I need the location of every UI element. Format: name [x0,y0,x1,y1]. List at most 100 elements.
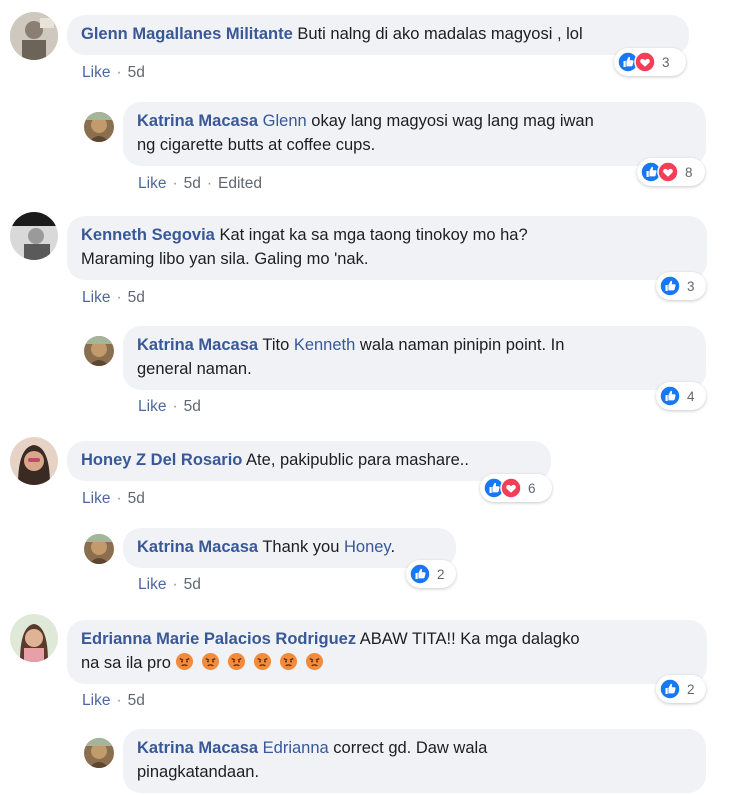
like-button[interactable]: Like [138,576,166,593]
comment-text: Ate, pakipublic para mashare.. [242,451,469,469]
avatar-glenn-image [10,12,58,60]
reply-bubble-katrina-4: Katrina Macasa Edrianna correct gd. Daw … [123,729,706,793]
reactions-summary[interactable]: 4 [656,382,706,410]
like-icon [659,678,681,700]
reply-actions: Like · 5d · Edited [138,175,262,193]
edited-label[interactable]: Edited [218,175,262,192]
avatar-edrianna[interactable] [10,614,58,662]
reply-bubble-katrina-3: Katrina Macasa Thank you Honey. [123,528,456,568]
separator-dot: · [116,692,122,709]
avatar-katrina-image [84,738,114,768]
avatar-katrina[interactable] [84,738,114,768]
love-icon [657,161,679,183]
timestamp[interactable]: 5d [128,289,145,306]
avatar-katrina[interactable] [84,336,114,366]
mention-link[interactable]: Edrianna [263,739,329,757]
comment-author[interactable]: Edrianna Marie Palacios Rodriguez [81,630,356,648]
reaction-count: 3 [662,54,670,70]
like-button[interactable]: Like [138,398,166,415]
timestamp[interactable]: 5d [184,175,201,192]
mention-link[interactable]: Glenn [263,112,307,130]
comment-actions: Like · 5d [82,289,145,307]
reactions-summary[interactable]: 3 [656,272,706,300]
avatar-edrianna-image [10,614,58,662]
reply-bubble-katrina-1: Katrina Macasa Glenn okay lang magyosi w… [123,102,706,166]
angry-face-emoji [280,652,298,671]
like-icon [409,563,431,585]
reply-actions: Like · 5d [138,576,201,594]
comment-bubble-honey: Honey Z Del Rosario Ate, pakipublic para… [67,441,551,481]
avatar-honey-image [10,437,58,485]
comment-text-line1: Kat ingat ka sa mga taong tinokoy mo ha? [214,226,528,244]
separator-dot: · [206,175,213,192]
timestamp[interactable]: 5d [184,398,201,415]
angry-face-emoji [228,652,246,671]
separator-dot: · [172,398,178,415]
avatar-honey[interactable] [10,437,58,485]
timestamp[interactable]: 5d [184,576,201,593]
like-button[interactable]: Like [82,692,110,709]
reactions-summary[interactable]: 8 [637,158,705,186]
reply-author[interactable]: Katrina Macasa [137,739,258,757]
angry-face-emoji [202,652,220,671]
love-icon [500,477,522,499]
avatar-katrina[interactable] [84,534,114,564]
avatar-kenneth-image [10,212,58,260]
separator-dot: · [116,289,122,306]
like-icon [659,275,681,297]
reply-text-line1: wala naman pinipin point. In [355,336,565,354]
comment-text: Buti nalng di ako madalas magyosi , lol [292,25,583,43]
reaction-count: 6 [528,480,536,496]
timestamp[interactable]: 5d [128,692,145,709]
like-button[interactable]: Like [82,64,110,81]
reply-text-line1: okay lang magyosi wag lang mag iwan [306,112,594,130]
reaction-count: 4 [687,388,695,404]
avatar-kenneth[interactable] [10,212,58,260]
angry-face-emoji [254,652,272,671]
separator-dot: · [116,64,122,81]
reply-bubble-katrina-2: Katrina Macasa Tito Kenneth wala naman p… [123,326,706,390]
reply-author[interactable]: Katrina Macasa [137,538,258,556]
emoji-row [175,652,331,671]
reply-text-line2: pinagkatandaan. [137,763,260,781]
reply-text-pre: Tito [258,336,294,354]
comment-author[interactable]: Glenn Magallanes Militante [81,25,293,43]
avatar-glenn[interactable] [10,12,58,60]
separator-dot: · [172,175,178,192]
separator-dot: · [172,576,178,593]
angry-face-emoji [176,652,194,671]
timestamp[interactable]: 5d [128,490,145,507]
reply-text-pre: Thank you [258,538,344,556]
timestamp[interactable]: 5d [128,64,145,81]
comment-author[interactable]: Honey Z Del Rosario [81,451,242,469]
reaction-count: 2 [687,681,695,697]
reaction-count: 2 [437,566,445,582]
avatar-katrina-image [84,112,114,142]
like-icon [659,385,681,407]
avatar-katrina-image [84,534,114,564]
reply-text-line2: ng cigarette butts at coffee cups. [137,136,376,154]
reply-text-line2: general naman. [137,360,252,378]
avatar-katrina[interactable] [84,112,114,142]
reactions-summary[interactable]: 2 [406,560,456,588]
comment-actions: Like · 5d [82,64,145,82]
reply-author[interactable]: Katrina Macasa [137,336,258,354]
avatar-katrina-image [84,336,114,366]
like-button[interactable]: Like [82,490,110,507]
comment-bubble-edrianna: Edrianna Marie Palacios Rodriguez ABAW T… [67,620,707,684]
reactions-summary[interactable]: 6 [480,474,552,502]
reply-author[interactable]: Katrina Macasa [137,112,258,130]
mention-link[interactable]: Kenneth [294,336,355,354]
reactions-summary[interactable]: 2 [656,675,706,703]
comment-bubble-glenn: Glenn Magallanes Militante Buti nalng di… [67,15,689,55]
like-button[interactable]: Like [138,175,166,192]
reply-text-post: . [390,538,396,556]
comment-actions: Like · 5d [82,692,145,710]
reactions-summary[interactable]: 3 [614,48,686,76]
reaction-count: 3 [687,278,695,294]
comment-text-line2: na sa ila pro [81,654,176,672]
like-button[interactable]: Like [82,289,110,306]
separator-dot: · [116,490,122,507]
comment-author[interactable]: Kenneth Segovia [81,226,215,244]
mention-link[interactable]: Honey [344,538,390,556]
